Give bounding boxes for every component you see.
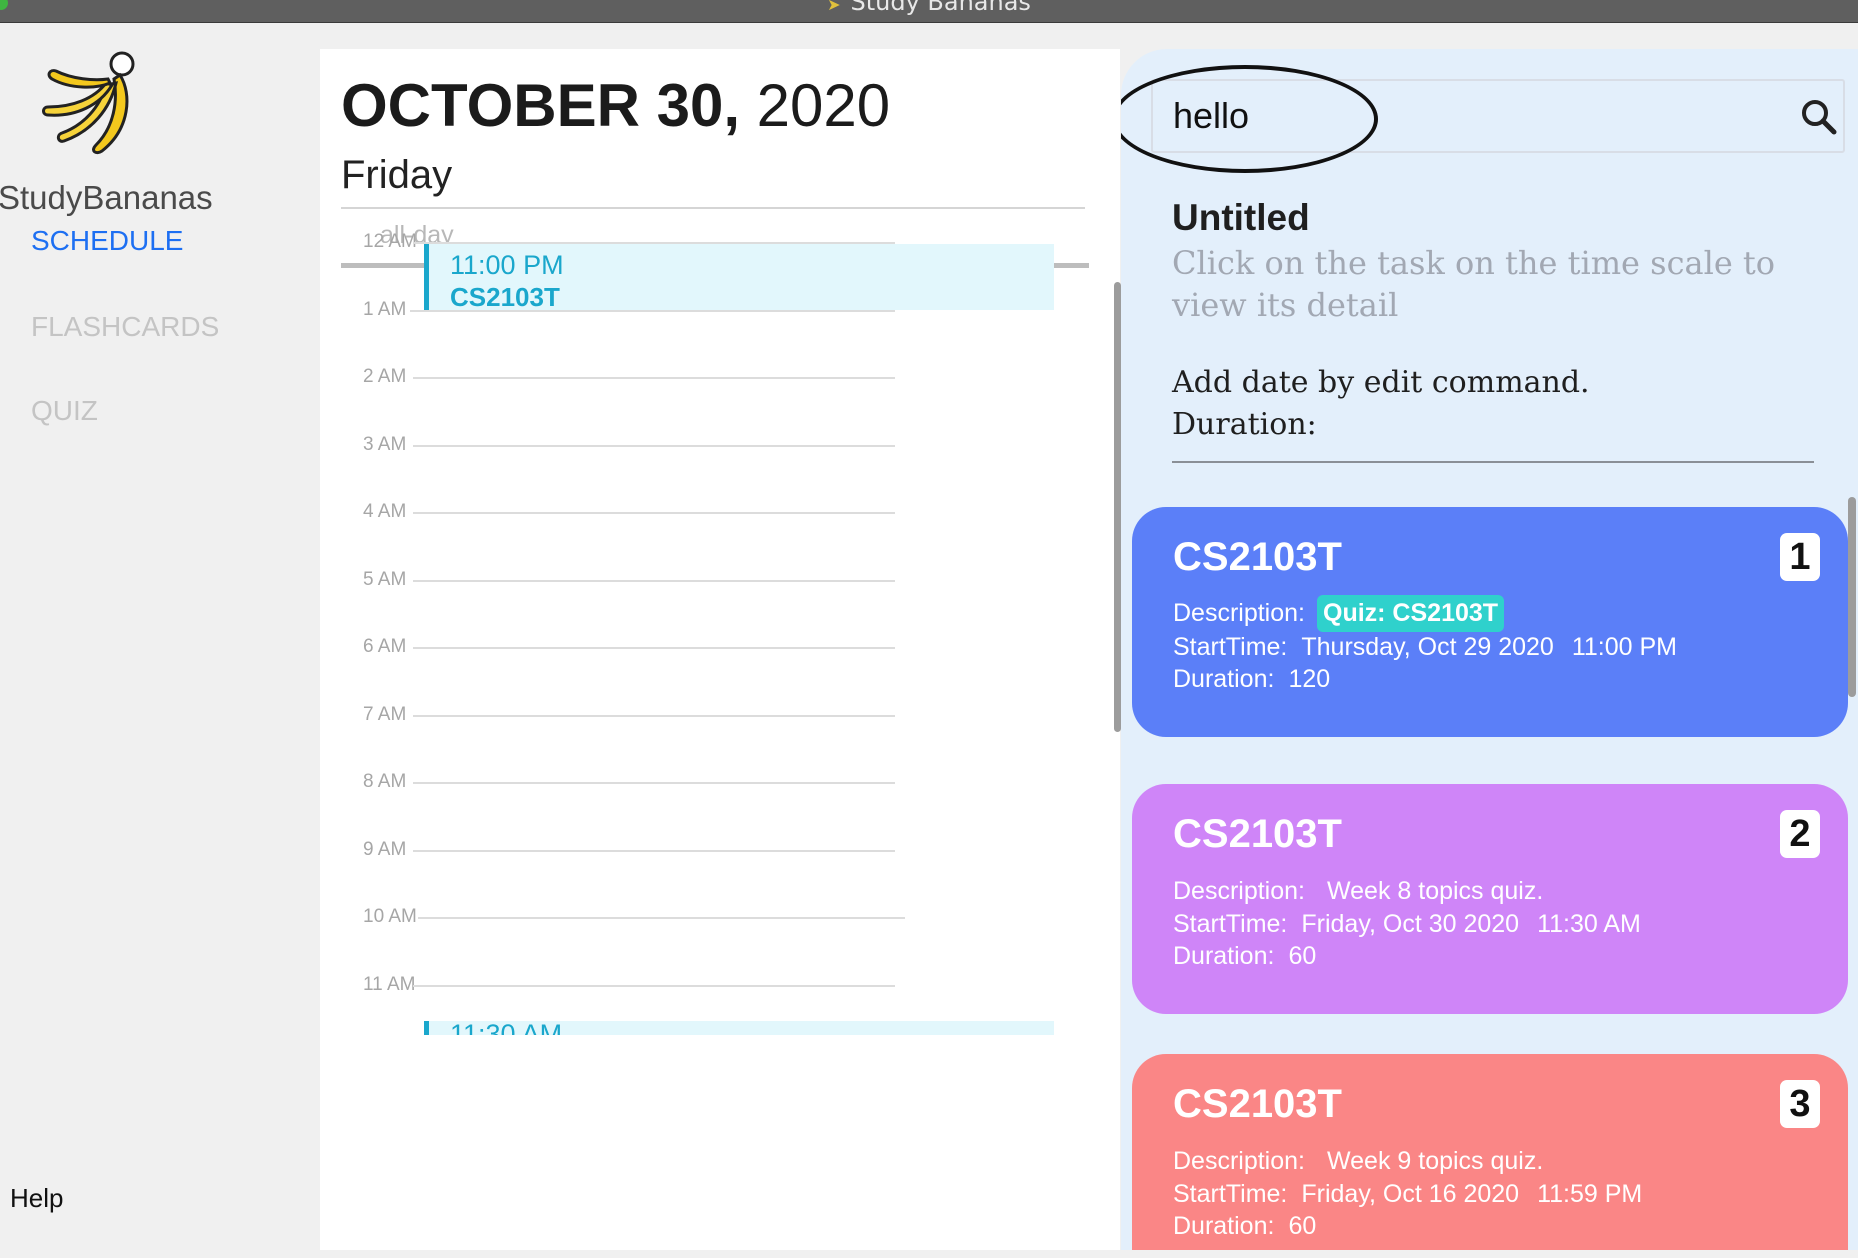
event-time: 11:00 PM	[450, 250, 564, 280]
calendar-event[interactable]: 11:30 AM	[424, 1021, 1054, 1035]
task-description-row: Description: Week 9 topics quiz.	[1173, 1147, 1543, 1176]
app-name: StudyBananas	[0, 179, 213, 216]
detail-title: Untitled	[1172, 197, 1310, 238]
hour-line	[413, 715, 895, 717]
start-date: Friday, Oct 16 2020	[1301, 1180, 1520, 1208]
calendar-date: OCTOBER 30, 2020	[341, 71, 890, 140]
task-start-row: StartTime: Friday, Oct 16 2020 11:59 PM	[1173, 1180, 1642, 1209]
nav-schedule[interactable]: SCHEDULE	[31, 225, 183, 257]
start-date: Thursday, Oct 29 2020	[1301, 633, 1554, 661]
task-index: 1	[1780, 533, 1820, 581]
task-list-scrollbar[interactable]	[1848, 497, 1856, 697]
task-description-row: Description: Week 8 topics quiz.	[1173, 877, 1543, 906]
window-title-text: Study Bananas	[850, 0, 1031, 16]
task-title: CS2103T	[1173, 812, 1342, 856]
banana-icon	[42, 51, 135, 155]
start-date: Friday, Oct 30 2020	[1301, 910, 1520, 938]
hour-line	[413, 850, 895, 852]
sidebar: StudyBananas SCHEDULE FLASHCARDS QUIZ He…	[0, 23, 320, 1258]
hour-label: 9 AM	[363, 839, 407, 860]
hour-line	[413, 445, 895, 447]
search-icon[interactable]	[1799, 97, 1839, 137]
calendar-scrollbar[interactable]	[1114, 282, 1121, 732]
task-title: CS2103T	[1173, 1082, 1342, 1126]
hour-label: 6 AM	[363, 636, 407, 657]
task-duration-row: Duration: 60	[1173, 1212, 1316, 1241]
hour-label: 8 AM	[363, 771, 407, 792]
description-label: Description:	[1173, 1147, 1305, 1175]
start-time: 11:00 PM	[1571, 633, 1677, 661]
hour-label: 7 AM	[363, 704, 407, 725]
nav-flashcards[interactable]: FLASHCARDS	[31, 311, 219, 343]
calendar-date-year: 2020	[756, 72, 891, 139]
description-label: Description:	[1173, 599, 1305, 627]
task-index: 3	[1780, 1080, 1820, 1128]
task-start-row: StartTime: Thursday, Oct 29 2020 11:00 PM	[1173, 633, 1677, 662]
duration-value: 60	[1288, 1212, 1317, 1240]
detail-duration: Duration:	[1172, 407, 1317, 442]
start-label: StartTime:	[1173, 910, 1288, 938]
description-value: Week 9 topics quiz.	[1327, 1147, 1544, 1175]
task-duration-row: Duration: 60	[1173, 942, 1316, 971]
hour-label: 2 AM	[363, 366, 407, 387]
nav-quiz[interactable]: QUIZ	[31, 395, 98, 427]
event-time: 11:30 AM	[450, 1021, 562, 1035]
duration-value: 60	[1288, 942, 1317, 970]
hour-line	[418, 917, 905, 919]
search-input[interactable]	[1171, 89, 1735, 143]
description-label: Description:	[1173, 877, 1305, 905]
start-time: 11:59 PM	[1537, 1180, 1643, 1208]
task-index: 2	[1780, 810, 1820, 858]
duration-label: Duration:	[1173, 942, 1275, 970]
hour-label: 1 AM	[363, 299, 407, 320]
detail-divider	[1172, 461, 1814, 463]
task-card[interactable]: CS2103T 3 Description: Week 9 topics quiz…	[1132, 1054, 1848, 1250]
window-title: ➤ Study Bananas	[0, 0, 1858, 16]
hour-label: 5 AM	[363, 569, 407, 590]
duration-label: Duration:	[1173, 665, 1275, 693]
search-bar	[1151, 79, 1845, 153]
duration-value: 120	[1288, 665, 1331, 693]
detail-hint: Click on the task on the time scale to v…	[1172, 244, 1776, 324]
hour-label: 4 AM	[363, 501, 407, 522]
hour-label: 12 AM	[363, 231, 417, 252]
hour-line	[413, 985, 895, 987]
start-label: StartTime:	[1173, 1180, 1288, 1208]
event-title: CS2103T	[450, 282, 560, 312]
hour-label: 11 AM	[363, 974, 416, 995]
window-title-bar: ➤ Study Bananas	[0, 0, 1858, 23]
calendar-panel: OCTOBER 30, 2020 Friday all-day 12 AM 1 …	[320, 49, 1120, 1250]
task-panel: Untitled Click on the task on the time s…	[1121, 49, 1858, 1250]
app-title-icon: ➤	[827, 0, 841, 14]
hour-line	[413, 512, 895, 514]
task-title: CS2103T	[1173, 535, 1342, 579]
description-tag: Quiz: CS2103T	[1317, 595, 1505, 632]
hour-line	[413, 580, 895, 582]
hour-line	[413, 782, 895, 784]
duration-label: Duration:	[1173, 1212, 1275, 1240]
task-description-row: Description: Quiz: CS2103T	[1173, 595, 1505, 632]
start-time: 11:30 AM	[1537, 910, 1641, 938]
task-duration-row: Duration: 120	[1173, 665, 1330, 694]
calendar-date-month-day: OCTOBER 30,	[341, 72, 740, 139]
start-label: StartTime:	[1173, 633, 1288, 661]
detail-date: Add date by edit command.	[1172, 365, 1590, 400]
task-card[interactable]: CS2103T 2 Description: Week 8 topics quiz…	[1132, 784, 1848, 1014]
task-start-row: StartTime: Friday, Oct 30 2020 11:30 AM	[1173, 910, 1641, 939]
task-card[interactable]: CS2103T 1 Description: Quiz: CS2103T Star…	[1132, 507, 1848, 737]
hour-label: 3 AM	[363, 434, 407, 455]
description-value: Week 8 topics quiz.	[1327, 877, 1544, 905]
hour-line	[413, 647, 895, 649]
calendar-weekday: Friday	[341, 153, 453, 197]
header-divider	[341, 207, 1085, 209]
hour-line	[413, 377, 895, 379]
calendar-event[interactable]: 11:00 PM CS2103T	[424, 244, 1054, 312]
hour-label: 10 AM	[363, 906, 417, 927]
help-link[interactable]: Help	[10, 1183, 63, 1214]
